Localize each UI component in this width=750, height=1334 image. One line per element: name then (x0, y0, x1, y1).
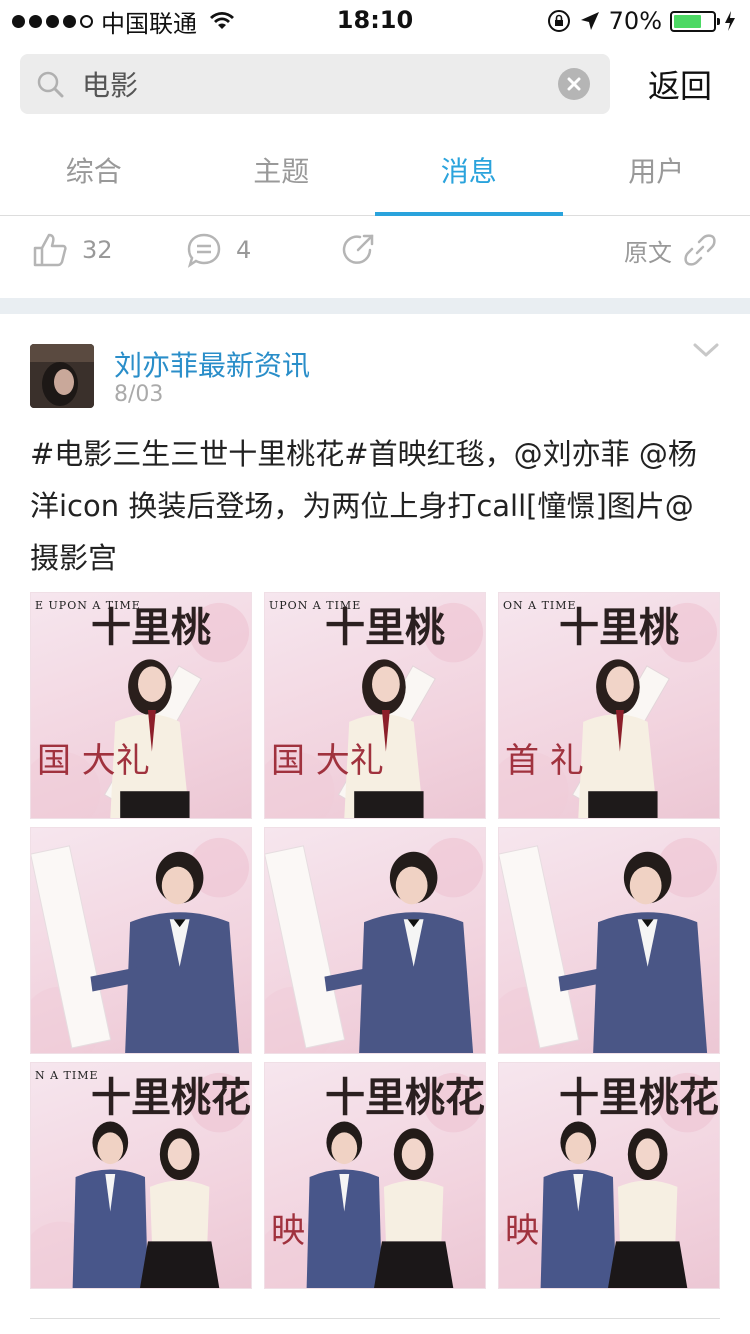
comment-button[interactable]: 4 (186, 230, 251, 270)
photo-thumbnail[interactable] (30, 827, 252, 1054)
tab-messages[interactable]: 消息 (375, 130, 563, 216)
battery-percent: 70% (608, 7, 662, 35)
post-author[interactable]: 刘亦菲最新资讯 (114, 344, 310, 384)
rotation-lock-icon (547, 10, 570, 32)
back-button[interactable]: 返回 (630, 54, 730, 114)
post-date: 8/03 (114, 382, 164, 407)
status-bar: 中国联通 18:10 70% (0, 0, 750, 40)
photo-caption-text: N A TIME (35, 1069, 99, 1082)
photo-thumbnail[interactable] (498, 827, 720, 1054)
photo-grid: E UPON A TIME 十里桃国 大礼 UPON A TIME 十里桃国 大礼 ON… (30, 592, 720, 1289)
photo-thumbnail[interactable]: UPON A TIME 十里桃国 大礼 (264, 592, 486, 819)
photo-backdrop-title: 十里桃花 (325, 1074, 485, 1121)
photo-thumbnail[interactable]: E UPON A TIME 十里桃国 大礼 (30, 592, 252, 819)
tab-general[interactable]: 综合 (0, 130, 188, 215)
original-post-link[interactable]: 原文 (624, 230, 718, 270)
photo-thumbnail[interactable] (264, 827, 486, 1054)
search-tabs: 综合 主题 消息 用户 (0, 130, 750, 216)
like-button[interactable]: 32 (32, 230, 113, 270)
previous-post-actions: 32 4 原文 (0, 216, 750, 298)
status-right: 70% (547, 6, 736, 36)
comment-icon (187, 233, 221, 268)
search-input[interactable] (82, 54, 542, 114)
photo-backdrop-text: 国 大礼 (271, 741, 384, 781)
photo-backdrop-title: 十里桃 (91, 604, 211, 651)
link-icon (684, 234, 716, 266)
share-icon (342, 234, 374, 264)
photo-backdrop-title: 十里桃花 (559, 1074, 719, 1121)
photo-backdrop-text: 映 (271, 1211, 305, 1251)
photo-thumbnail[interactable]: N A TIME 十里桃花 (30, 1062, 252, 1289)
photo-backdrop-title: 十里桃花 (91, 1074, 251, 1121)
photo-thumbnail[interactable]: 十里桃花映 (498, 1062, 720, 1289)
photo-backdrop-text: 国 大礼 (37, 741, 150, 781)
photo-backdrop-title: 十里桃 (325, 604, 445, 651)
photo-backdrop-title: 十里桃 (559, 604, 679, 651)
share-button[interactable] (340, 230, 376, 270)
like-count: 32 (82, 236, 113, 264)
battery-level (674, 14, 701, 28)
avatar[interactable] (30, 344, 94, 408)
battery-icon (670, 10, 720, 32)
photo-backdrop-text: 首 礼 (505, 741, 584, 781)
search-icon (37, 71, 64, 98)
search-bar: 返回 (0, 40, 750, 130)
photo-backdrop-text: 映 (505, 1211, 539, 1251)
clear-search-icon[interactable] (558, 68, 590, 100)
original-label: 原文 (624, 238, 672, 267)
thumbs-up-icon (33, 233, 67, 267)
charging-icon (725, 11, 735, 31)
tab-users[interactable]: 用户 (563, 130, 750, 215)
card-separator (0, 298, 750, 314)
post-text: #电影三生三世十里桃花#首映红毯，@刘亦菲 @杨洋icon 换装后登场，为两位上… (30, 437, 697, 575)
photo-thumbnail[interactable]: 十里桃花映 (264, 1062, 486, 1289)
bottom-divider (30, 1318, 720, 1319)
tab-topics[interactable]: 主题 (188, 130, 376, 215)
chevron-down-icon[interactable] (692, 340, 720, 360)
photo-thumbnail[interactable]: ON A TIME 十里桃首 礼 (498, 592, 720, 819)
comment-count: 4 (236, 236, 252, 264)
search-box[interactable] (20, 54, 610, 114)
location-icon (580, 12, 599, 30)
